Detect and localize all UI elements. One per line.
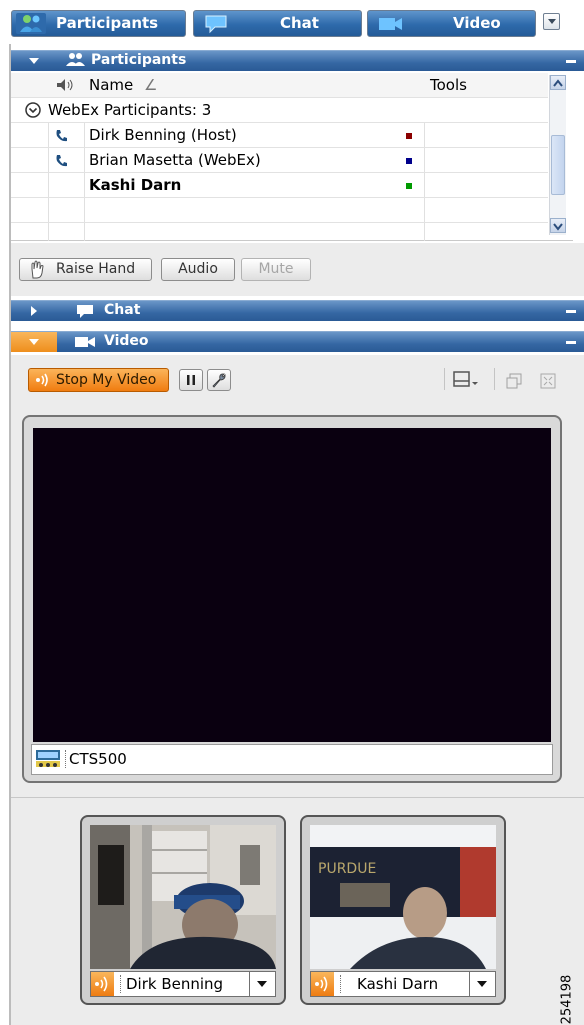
figure-id-container: 254198 xyxy=(554,975,574,1025)
telepresence-icon xyxy=(35,748,61,776)
svg-text:PURDUE: PURDUE xyxy=(318,861,376,877)
raise-hand-button[interactable]: Raise Hand xyxy=(19,258,152,281)
detach-window-icon[interactable] xyxy=(505,372,523,394)
main-video-caption: CTS500 xyxy=(31,744,553,775)
participants-panel-header[interactable]: Participants xyxy=(11,50,584,71)
thumbnail-name-bar: Dirk Benning xyxy=(90,971,276,997)
group-row[interactable]: WebEx Participants: 3 xyxy=(11,98,548,123)
collapse-arrow-icon[interactable] xyxy=(29,339,39,345)
sort-indicator-icon: ∠ xyxy=(144,76,158,94)
table-row[interactable]: Dirk Benning (Host) xyxy=(11,123,548,148)
scroll-down-arrow[interactable] xyxy=(550,218,566,233)
video-camera-icon xyxy=(376,13,406,34)
name-column-label: Name xyxy=(89,76,134,94)
scroll-up-arrow[interactable] xyxy=(550,75,566,90)
participant-video-image: PURDUE xyxy=(310,825,496,969)
table-row[interactable]: Kashi Darn xyxy=(11,173,548,198)
list-header-row: Name ∠ Tools xyxy=(11,73,548,98)
broadcast-icon xyxy=(91,972,114,996)
participant-name: Kashi Darn xyxy=(89,176,182,194)
phone-icon xyxy=(54,128,70,148)
tab-chat-label: Chat xyxy=(280,14,319,32)
chat-small-icon xyxy=(74,303,96,323)
name-column-header[interactable]: Name ∠ xyxy=(89,76,158,94)
chat-panel-header[interactable]: Chat xyxy=(11,300,584,321)
expand-circle-icon[interactable] xyxy=(25,102,41,122)
participant-color-marker xyxy=(406,158,412,164)
thumbnail-name-label: Dirk Benning xyxy=(120,975,223,993)
thumbnail-dropdown-icon[interactable] xyxy=(469,972,495,996)
minimize-icon[interactable] xyxy=(566,341,576,344)
broadcast-icon xyxy=(34,372,52,392)
thumbnail-dropdown-icon[interactable] xyxy=(249,972,275,996)
video-thumbnail[interactable]: Dirk Benning xyxy=(80,815,286,1005)
participant-video-image xyxy=(90,825,276,969)
video-small-icon xyxy=(74,335,98,353)
minimize-icon[interactable] xyxy=(566,60,576,63)
hand-icon xyxy=(28,260,46,287)
participants-small-icon xyxy=(65,52,87,72)
minimize-icon[interactable] xyxy=(566,310,576,313)
tools-column-header[interactable]: Tools xyxy=(430,76,467,94)
figure-id: 254198 xyxy=(559,974,575,1025)
participants-icon xyxy=(16,13,46,34)
video-panel-title: Video xyxy=(104,333,149,349)
table-row[interactable]: Brian Masetta (WebEx) xyxy=(11,148,548,173)
wrench-icon xyxy=(212,373,226,388)
main-video-screen xyxy=(33,428,551,742)
tab-menu-dropdown[interactable] xyxy=(543,13,560,30)
video-thumbnail[interactable]: PURDUE Kashi Darn xyxy=(300,815,506,1005)
table-row-empty xyxy=(11,198,548,223)
speaker-icon[interactable] xyxy=(55,78,75,96)
tab-participants[interactable]: Participants xyxy=(11,10,186,37)
pause-video-button[interactable] xyxy=(179,369,203,391)
video-panel-header[interactable]: Video xyxy=(11,331,584,352)
participant-name: Brian Masetta (WebEx) xyxy=(89,151,261,169)
stop-my-video-label: Stop My Video xyxy=(56,372,157,388)
tab-bar: Participants Chat Video xyxy=(0,0,584,44)
participant-color-marker xyxy=(406,133,412,139)
mute-button[interactable]: Mute xyxy=(241,258,311,281)
thumbnail-name-bar: Kashi Darn xyxy=(310,971,496,997)
tab-chat[interactable]: Chat xyxy=(193,10,362,37)
main-video-caption-label: CTS500 xyxy=(65,750,127,768)
fullscreen-icon[interactable] xyxy=(539,372,557,394)
video-settings-button[interactable] xyxy=(207,369,231,391)
collapse-arrow-icon[interactable] xyxy=(29,58,39,64)
tab-video[interactable]: Video xyxy=(367,10,536,37)
group-label: WebEx Participants: 3 xyxy=(48,101,212,119)
participants-scrollbar[interactable] xyxy=(549,75,566,235)
main-video-frame[interactable]: CTS500 xyxy=(22,415,562,783)
tab-video-label: Video xyxy=(453,14,501,32)
phone-icon xyxy=(54,153,70,173)
participants-list: Name ∠ Tools WebEx Participants: 3 Dirk … xyxy=(11,73,573,241)
participants-panel-title: Participants xyxy=(91,52,187,68)
stop-my-video-button[interactable]: Stop My Video xyxy=(28,368,169,392)
audio-button[interactable]: Audio xyxy=(161,258,235,281)
pause-icon xyxy=(187,375,195,385)
tab-participants-label: Participants xyxy=(56,14,159,32)
chat-panel-title: Chat xyxy=(104,302,141,318)
raise-hand-label: Raise Hand xyxy=(56,261,136,277)
participant-name: Dirk Benning (Host) xyxy=(89,126,237,144)
chat-bubble-icon xyxy=(202,13,232,34)
participant-color-marker xyxy=(406,183,412,189)
scroll-thumb[interactable] xyxy=(551,135,565,195)
layout-picker-icon[interactable] xyxy=(453,370,479,394)
thumbnail-name-label: Kashi Darn xyxy=(340,975,438,993)
expand-arrow-icon[interactable] xyxy=(31,306,37,316)
broadcast-icon xyxy=(311,972,334,996)
